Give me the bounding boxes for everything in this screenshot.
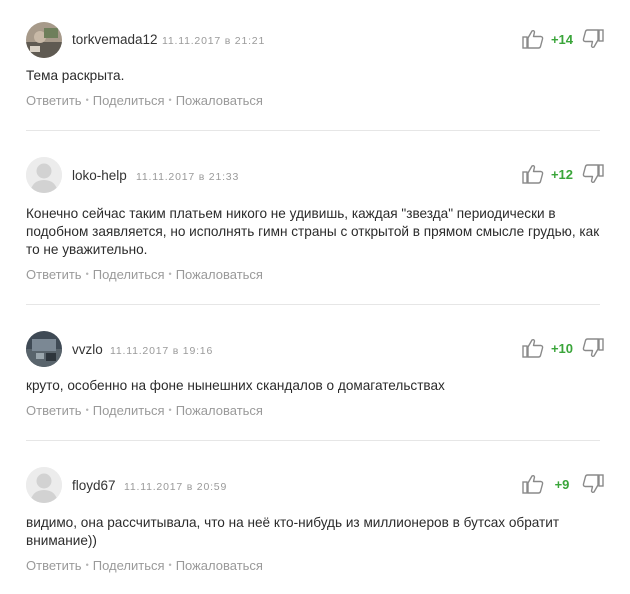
comment-actions: Ответить • Поделиться • Пожаловаться (26, 93, 263, 108)
thumbs-down-icon[interactable] (582, 164, 604, 184)
vote-controls: +9 (518, 474, 608, 494)
thumbs-up-icon[interactable] (522, 164, 544, 184)
avatar[interactable] (26, 331, 62, 367)
reply-link[interactable]: Ответить (26, 558, 82, 573)
comment-text: круто, особенно на фоне нынешних скандал… (26, 378, 445, 393)
separator-dot: • (85, 405, 89, 415)
comment-score: +9 (554, 477, 570, 492)
comment-text: Конечно сейчас таким платьем никого не у… (26, 206, 600, 257)
comment-actions: Ответить • Поделиться • Пожаловаться (26, 267, 263, 282)
comment-score: +14 (550, 32, 574, 47)
thumbs-up-icon[interactable] (522, 474, 544, 494)
separator-dot: • (168, 560, 172, 570)
separator-dot: • (85, 95, 89, 105)
comment-score: +12 (550, 167, 574, 182)
share-link[interactable]: Поделиться (93, 93, 165, 108)
share-link[interactable]: Поделиться (93, 267, 165, 282)
comment-text: Тема раскрыта. (26, 68, 125, 83)
divider (26, 304, 600, 305)
vote-controls: +12 (518, 164, 608, 184)
reply-link[interactable]: Ответить (26, 93, 82, 108)
separator-dot: • (168, 405, 172, 415)
comment-author[interactable]: loko-help (72, 168, 127, 183)
comment-actions: Ответить • Поделиться • Пожаловаться (26, 558, 263, 573)
share-link[interactable]: Поделиться (93, 558, 165, 573)
divider (26, 440, 600, 441)
comment-score: +10 (550, 341, 574, 356)
thumbs-down-icon[interactable] (582, 338, 604, 358)
avatar[interactable] (26, 157, 62, 193)
avatar[interactable] (26, 22, 62, 58)
divider (26, 130, 600, 131)
separator-dot: • (85, 560, 89, 570)
comment-date: 11.11.2017 в 19:16 (110, 345, 214, 357)
separator-dot: • (168, 269, 172, 279)
comment-date: 11.11.2017 в 21:21 (162, 35, 266, 47)
comment-date: 11.11.2017 в 20:59 (124, 481, 228, 493)
reply-link[interactable]: Ответить (26, 403, 82, 418)
comment-actions: Ответить • Поделиться • Пожаловаться (26, 403, 263, 418)
comment-author[interactable]: torkvemada12 (72, 32, 158, 47)
comment-date: 11.11.2017 в 21:33 (136, 171, 240, 183)
comment-author[interactable]: vvzlo (72, 342, 103, 357)
comment-text: видимо, она рассчитывала, что на неё кто… (26, 515, 560, 548)
thumbs-up-icon[interactable] (522, 338, 544, 358)
report-link[interactable]: Пожаловаться (176, 403, 263, 418)
comment-author[interactable]: floyd67 (72, 478, 116, 493)
report-link[interactable]: Пожаловаться (176, 558, 263, 573)
avatar[interactable] (26, 467, 62, 503)
thumbs-down-icon[interactable] (582, 474, 604, 494)
report-link[interactable]: Пожаловаться (176, 93, 263, 108)
vote-controls: +10 (518, 338, 608, 358)
report-link[interactable]: Пожаловаться (176, 267, 263, 282)
thumbs-up-icon[interactable] (522, 29, 544, 49)
separator-dot: • (168, 95, 172, 105)
separator-dot: • (85, 269, 89, 279)
thumbs-down-icon[interactable] (582, 29, 604, 49)
reply-link[interactable]: Ответить (26, 267, 82, 282)
vote-controls: +14 (518, 29, 608, 49)
share-link[interactable]: Поделиться (93, 403, 165, 418)
